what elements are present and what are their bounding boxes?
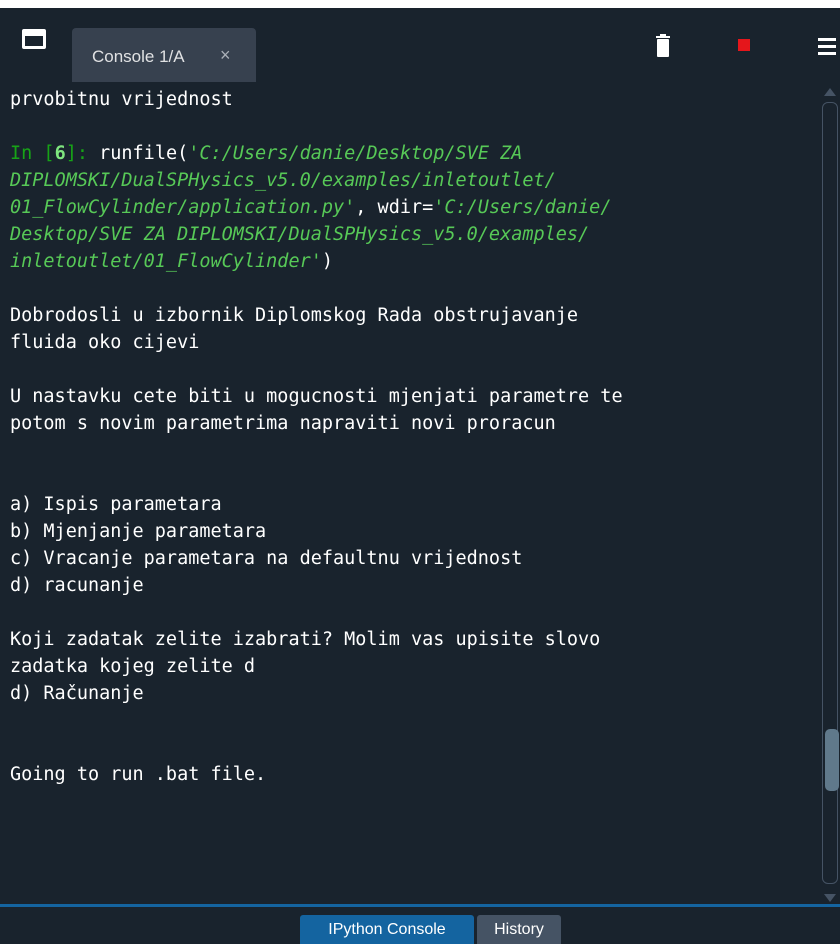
console-text: prvobitnu vrijednost In [6]: runfile('C:… [0,82,820,788]
tab-label: Console 1/A [92,47,185,66]
tab-console-1a[interactable]: Console 1/A × [72,28,256,82]
tab-history[interactable]: History [477,915,561,944]
prompt-number: 6 [54,143,66,164]
stop-icon[interactable] [738,39,750,51]
pane-tab-bar: IPython Console History [0,904,840,944]
console-output[interactable]: prvobitnu vrijednost In [6]: runfile('C:… [0,82,820,904]
previous-output-line: prvobitnu vrijednost [10,89,233,110]
tab-ipython-console[interactable]: IPython Console [300,915,474,944]
runfile-close: ) [321,251,334,272]
menu-icon[interactable] [818,38,836,59]
scroll-down-arrow-icon[interactable] [824,894,836,902]
trash-icon[interactable] [655,34,671,58]
close-icon[interactable]: × [220,45,231,66]
undock-icon[interactable] [22,29,46,49]
wdir-arg: , wdir= [355,197,434,218]
scroll-up-arrow-icon[interactable] [824,88,836,96]
input-prompt: In [6]: [10,143,100,164]
vertical-scrollbar[interactable] [820,86,840,904]
program-output: Dobrodosli u izbornik Diplomskog Rada ob… [10,305,623,785]
scroll-handle[interactable] [825,729,839,791]
console-tab-bar: Console 1/A × [0,0,840,86]
runfile-call: runfile( [99,143,189,164]
